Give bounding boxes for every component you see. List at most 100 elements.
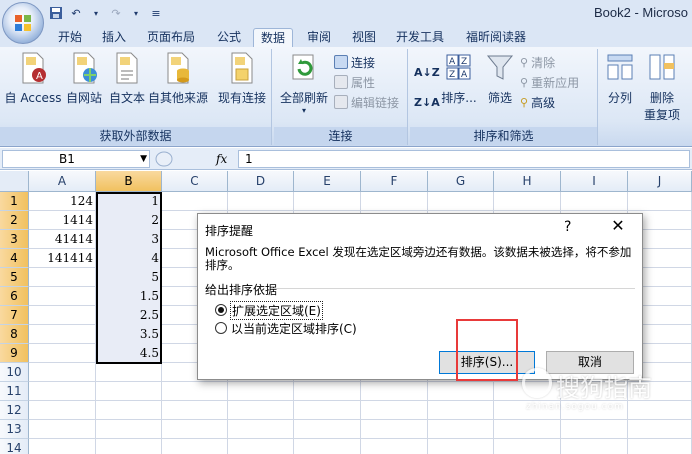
- cell-b8[interactable]: 3.5: [96, 325, 162, 344]
- row-header-3[interactable]: 3: [0, 230, 29, 249]
- column-header-c[interactable]: C: [162, 171, 228, 192]
- sort-button[interactable]: AZZA 排序...: [438, 51, 480, 106]
- row-header-5[interactable]: 5: [0, 268, 29, 287]
- cell-b7[interactable]: 2.5: [96, 306, 162, 325]
- clear-filter-button[interactable]: ⚲ 清除: [520, 53, 555, 71]
- column-header-d[interactable]: D: [228, 171, 294, 192]
- row-header-13[interactable]: 13: [0, 420, 29, 439]
- cell-b1[interactable]: 1: [96, 192, 162, 211]
- chevron-down-icon[interactable]: ▼: [140, 151, 147, 167]
- column-header-f[interactable]: F: [361, 171, 428, 192]
- cell-a4[interactable]: 141414: [29, 249, 96, 268]
- customize-qat-icon[interactable]: ≡: [148, 5, 164, 21]
- web-icon: [69, 51, 99, 85]
- tab-page-layout[interactable]: 页面布局: [140, 28, 202, 47]
- column-header-i[interactable]: I: [561, 171, 628, 192]
- radio-unselected-icon[interactable]: [215, 322, 227, 334]
- dropdown-icon[interactable]: ▾: [88, 5, 104, 21]
- row-header-7[interactable]: 7: [0, 306, 29, 325]
- cell-b4[interactable]: 4: [96, 249, 162, 268]
- office-button[interactable]: [2, 2, 44, 44]
- name-box[interactable]: B1 ▼: [2, 150, 150, 168]
- dropdown-icon[interactable]: ▾: [128, 5, 144, 21]
- help-icon[interactable]: ?: [564, 219, 571, 235]
- advanced-filter-button[interactable]: ⚲ 高级: [520, 93, 555, 111]
- refresh-all-button[interactable]: 全部刷新 ▾: [278, 51, 330, 115]
- cell-b3[interactable]: 3: [96, 230, 162, 249]
- column-header-e[interactable]: E: [294, 171, 361, 192]
- row-header-9[interactable]: 9: [0, 344, 29, 363]
- group-label-external-data: 获取外部数据: [0, 127, 271, 145]
- cell-a2[interactable]: 1414: [29, 211, 96, 230]
- window-title: Book2 - Microso: [594, 5, 688, 20]
- row-header-11[interactable]: 11: [0, 382, 29, 401]
- filter-button[interactable]: 筛选: [482, 51, 518, 106]
- tab-developer[interactable]: 开发工具: [389, 28, 451, 47]
- cell-b5[interactable]: 5: [96, 268, 162, 287]
- column-header-b[interactable]: B: [96, 171, 162, 192]
- group-external-data: A 自 Access 自网站 自文本 自其他来源 现有连接 获取外部数据: [0, 49, 272, 145]
- column-header-j[interactable]: J: [628, 171, 692, 192]
- save-icon[interactable]: [48, 5, 64, 21]
- from-other-sources-button[interactable]: 自其他来源: [146, 51, 210, 106]
- sort-warning-dialog: 排序提醒 ? ✕ Microsoft Office Excel 发现在选定区域旁…: [197, 213, 643, 380]
- database-icon: [163, 51, 193, 85]
- cell-b2[interactable]: 2: [96, 211, 162, 230]
- reapply-button[interactable]: ⚲ 重新应用: [520, 73, 579, 91]
- close-icon[interactable]: ✕: [605, 215, 631, 237]
- watermark: 搜狗指南 zhinan.sogou.com: [522, 366, 692, 412]
- sort-az-icon: A↓Z: [414, 65, 440, 79]
- existing-connections-button[interactable]: 现有连接: [214, 51, 270, 106]
- cell-a1[interactable]: 124: [29, 192, 96, 211]
- column-header-a[interactable]: A: [29, 171, 96, 192]
- row-header-8[interactable]: 8: [0, 325, 29, 344]
- group-sort-filter: A↓Z Z↓A AZZA 排序... 筛选 ⚲ 清除 ⚲ 重新应用 ⚲ 高级 排…: [410, 49, 598, 145]
- remove-duplicates-button[interactable]: 删除 重复项: [640, 51, 684, 123]
- cell-b9[interactable]: 4.5: [96, 344, 162, 363]
- dropdown-icon: ▾: [301, 106, 306, 115]
- redo-icon[interactable]: ↷: [108, 5, 124, 21]
- link-icon: [334, 95, 348, 109]
- tab-foxit-reader[interactable]: 福昕阅读器: [457, 28, 535, 47]
- svg-text:Z: Z: [461, 57, 467, 67]
- row-header-4[interactable]: 4: [0, 249, 29, 268]
- title-bar: ↶ ▾ ↷ ▾ ≡ Book2 - Microso: [0, 0, 692, 26]
- sort-desc-button[interactable]: Z↓A: [414, 93, 440, 111]
- tab-review[interactable]: 审阅: [300, 28, 338, 47]
- text-file-icon: [112, 51, 142, 85]
- properties-button[interactable]: 属性: [334, 73, 375, 91]
- cell-b6[interactable]: 1.5: [96, 287, 162, 306]
- text-to-columns-button[interactable]: 分列: [602, 51, 638, 106]
- connections-file-icon: [227, 51, 257, 85]
- from-web-button[interactable]: 自网站: [63, 51, 105, 106]
- radio-current-selection[interactable]: 以当前选定区域排序(C): [215, 320, 357, 336]
- tab-home[interactable]: 开始: [52, 28, 88, 47]
- radio-expand-selection[interactable]: 扩展选定区域(E): [215, 300, 323, 320]
- formula-input[interactable]: 1: [238, 150, 690, 168]
- cell-a3[interactable]: 41414: [29, 230, 96, 249]
- column-header-h[interactable]: H: [494, 171, 561, 192]
- row-header-6[interactable]: 6: [0, 287, 29, 306]
- expand-namebox-icon[interactable]: [154, 150, 174, 168]
- connections-button[interactable]: 连接: [334, 53, 375, 71]
- connections-icon: [334, 55, 348, 69]
- tab-view[interactable]: 视图: [345, 28, 383, 47]
- radio-selected-icon[interactable]: [215, 304, 227, 316]
- filter-icon: [485, 51, 515, 85]
- tab-formulas[interactable]: 公式: [210, 28, 248, 47]
- row-header-2[interactable]: 2: [0, 211, 29, 230]
- row-header-14[interactable]: 14: [0, 439, 29, 454]
- row-header-10[interactable]: 10: [0, 363, 29, 382]
- tab-insert[interactable]: 插入: [96, 28, 132, 47]
- row-header-1[interactable]: 1: [0, 192, 29, 211]
- select-all-corner[interactable]: [0, 171, 29, 192]
- from-access-button[interactable]: A 自 Access: [4, 51, 62, 106]
- edit-links-button[interactable]: 编辑链接: [334, 93, 399, 111]
- row-header-12[interactable]: 12: [0, 401, 29, 420]
- sort-asc-button[interactable]: A↓Z: [414, 63, 440, 81]
- from-text-button[interactable]: 自文本: [106, 51, 148, 106]
- undo-icon[interactable]: ↶: [68, 5, 84, 21]
- tab-data[interactable]: 数据: [253, 28, 293, 47]
- insert-function-button[interactable]: fx: [216, 150, 227, 168]
- column-header-g[interactable]: G: [428, 171, 494, 192]
